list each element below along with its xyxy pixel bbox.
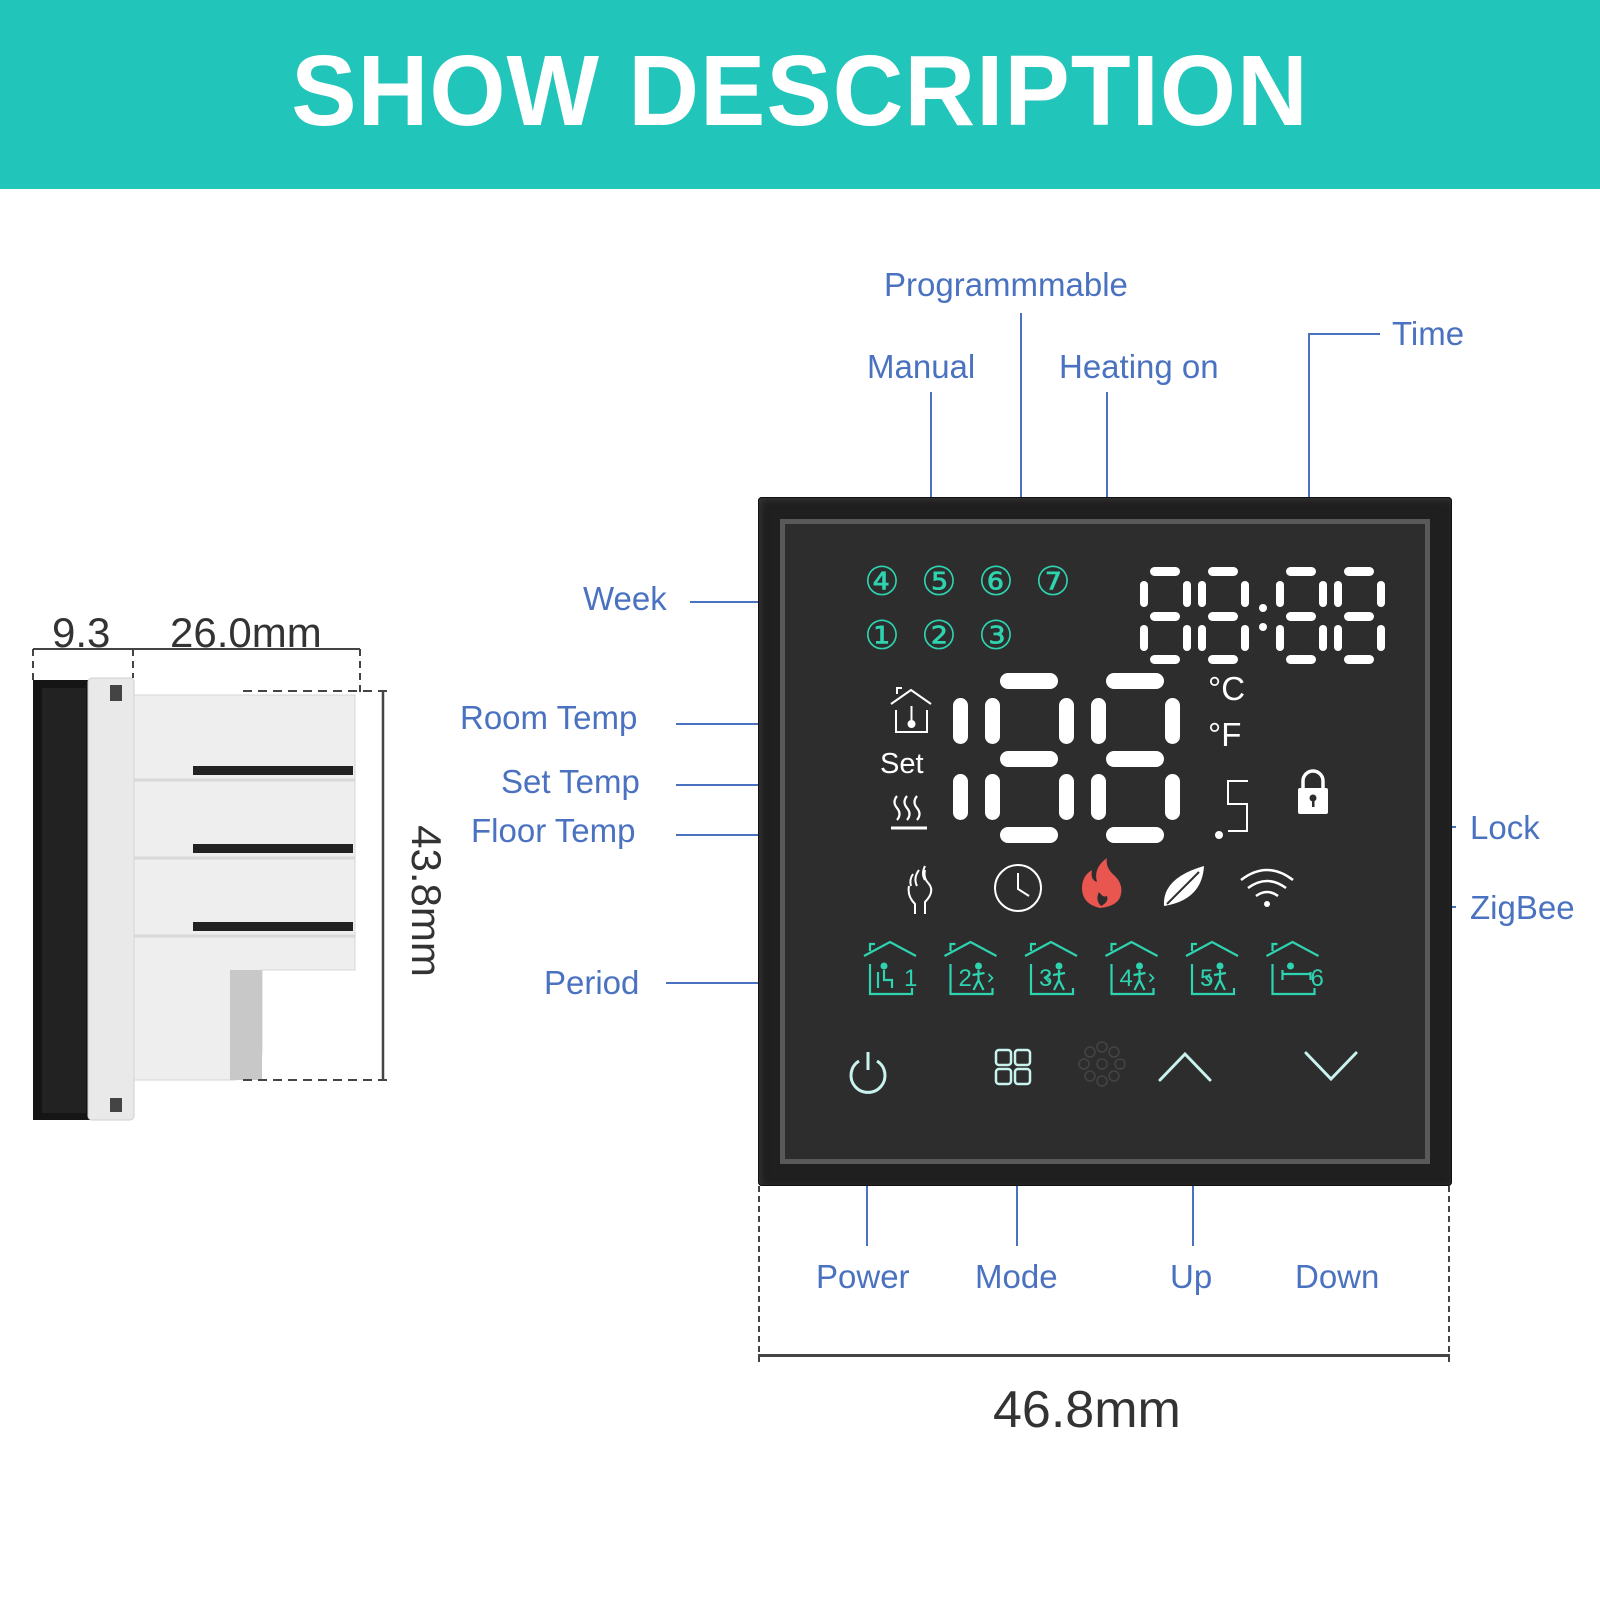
- width-dim-right-extension: [1448, 1186, 1450, 1362]
- heating-flame-icon: [1082, 858, 1122, 908]
- leader-power: [866, 1186, 868, 1246]
- decimal-digit: [1215, 780, 1248, 839]
- power-button[interactable]: [849, 1052, 887, 1094]
- programmable-clock-icon: [994, 864, 1042, 912]
- leader-manual: [930, 392, 932, 497]
- period-icons: 1 2 3 4 5 6: [863, 940, 1324, 996]
- leader-set-temp: [676, 784, 758, 786]
- floor-temp-icon: [891, 795, 927, 830]
- label-week: Week: [583, 580, 667, 617]
- period-6-icon: 6: [1265, 940, 1324, 996]
- week-day-5: ⑤: [921, 560, 957, 604]
- panel-bezel: 1 2 3 4 5 6 ④ ⑤ ⑥ ⑦ ① ② ③ Set °C °F: [780, 519, 1430, 1164]
- vent-slot: [193, 844, 353, 853]
- label-manual: Manual: [867, 348, 976, 385]
- leader-period: [666, 982, 758, 984]
- period-number: 1: [904, 965, 917, 992]
- mode-button[interactable]: [994, 1048, 1032, 1086]
- width-dimension: 46.8mm: [993, 1381, 1181, 1439]
- up-button[interactable]: [1158, 1051, 1212, 1082]
- period-3-icon: 3: [1024, 940, 1078, 996]
- label-floor-temp: Floor Temp: [471, 812, 636, 849]
- clock-display: [1140, 567, 1385, 664]
- display-screen: 1 2 3 4 5 6 ④ ⑤ ⑥ ⑦ ① ② ③ Set °C °F: [785, 524, 1425, 1159]
- label-time: Time: [1392, 315, 1465, 352]
- leader-lock: [1452, 826, 1456, 828]
- period-4-icon: 4: [1104, 940, 1159, 996]
- period-2-icon: 2: [943, 940, 998, 996]
- period-1-icon: 1: [863, 940, 917, 996]
- week-day-7: ⑦: [1035, 560, 1071, 604]
- week-day-4: ④: [864, 560, 900, 604]
- leader-time-v: [1308, 333, 1310, 497]
- temp-digit: [985, 673, 1074, 843]
- leader-time-h: [1308, 333, 1380, 335]
- zigbee-signal-icon: [1240, 868, 1294, 907]
- manual-hand-icon: [907, 865, 933, 914]
- eco-leaf-icon: [1163, 866, 1204, 906]
- page-title: SHOW DESCRIPTION: [291, 35, 1309, 147]
- period-number: 6: [1311, 965, 1324, 992]
- leader-week: [690, 601, 758, 603]
- leader-zigbee: [1452, 906, 1456, 908]
- clock-digit: [1140, 567, 1191, 664]
- vent-slot: [193, 922, 353, 931]
- label-lock: Lock: [1470, 809, 1540, 846]
- period-number: 2: [959, 965, 972, 992]
- body-depth-dimension: 26.0mm: [170, 609, 322, 656]
- period-5-icon: 5: [1185, 940, 1239, 996]
- label-down: Down: [1295, 1258, 1380, 1295]
- leader-up: [1192, 1186, 1194, 1246]
- leader-heating-on: [1106, 392, 1108, 497]
- leader-mode: [1016, 1186, 1018, 1246]
- thermostat-panel: 1 2 3 4 5 6 ④ ⑤ ⑥ ⑦ ① ② ③ Set °C °F: [758, 497, 1452, 1186]
- temp-digit: [1091, 673, 1180, 843]
- unit-fahrenheit: °F: [1208, 716, 1242, 753]
- digit-one-upper: [953, 698, 968, 744]
- label-programmable: Programmmable: [884, 266, 1128, 303]
- week-day-2: ②: [921, 614, 957, 658]
- vent-slot: [193, 766, 353, 775]
- leader-programmable: [1020, 313, 1022, 497]
- header-banner: SHOW DESCRIPTION: [0, 0, 1600, 189]
- label-up: Up: [1170, 1258, 1213, 1295]
- week-day-1: ①: [864, 614, 900, 658]
- week-day-6: ⑥: [978, 560, 1014, 604]
- height-dimension: 43.8mm: [402, 825, 450, 977]
- label-room-temp: Room Temp: [460, 699, 638, 736]
- digit-one-lower: [953, 774, 968, 820]
- front-depth-dimension: 9.3: [52, 609, 111, 656]
- week-day-3: ③: [978, 614, 1014, 658]
- clock-digit: [1276, 567, 1327, 664]
- label-heating-on: Heating on: [1059, 348, 1219, 385]
- set-label: Set: [880, 748, 924, 780]
- lock-icon: [1298, 769, 1328, 814]
- temperature-display: [953, 673, 1180, 843]
- width-dim-line: [758, 1354, 1450, 1357]
- clock-colon: [1259, 604, 1267, 612]
- label-period: Period: [544, 964, 640, 1001]
- down-button[interactable]: [1304, 1051, 1358, 1082]
- label-zigbee: ZigBee: [1470, 889, 1575, 926]
- width-dim-left-extension: [758, 1186, 760, 1362]
- label-set-temp: Set Temp: [501, 763, 640, 800]
- speaker-grille: [1078, 1041, 1126, 1087]
- label-mode: Mode: [975, 1258, 1058, 1295]
- label-power: Power: [816, 1258, 910, 1295]
- leader-room-temp: [676, 723, 758, 725]
- mounting-frame: [87, 677, 135, 1121]
- clock-digit: [1334, 567, 1385, 664]
- leader-floor-temp: [676, 834, 758, 836]
- period-number: 4: [1120, 965, 1133, 992]
- clock-digit: [1198, 567, 1249, 664]
- room-temp-icon: [890, 687, 932, 733]
- unit-celsius: °C: [1208, 670, 1246, 707]
